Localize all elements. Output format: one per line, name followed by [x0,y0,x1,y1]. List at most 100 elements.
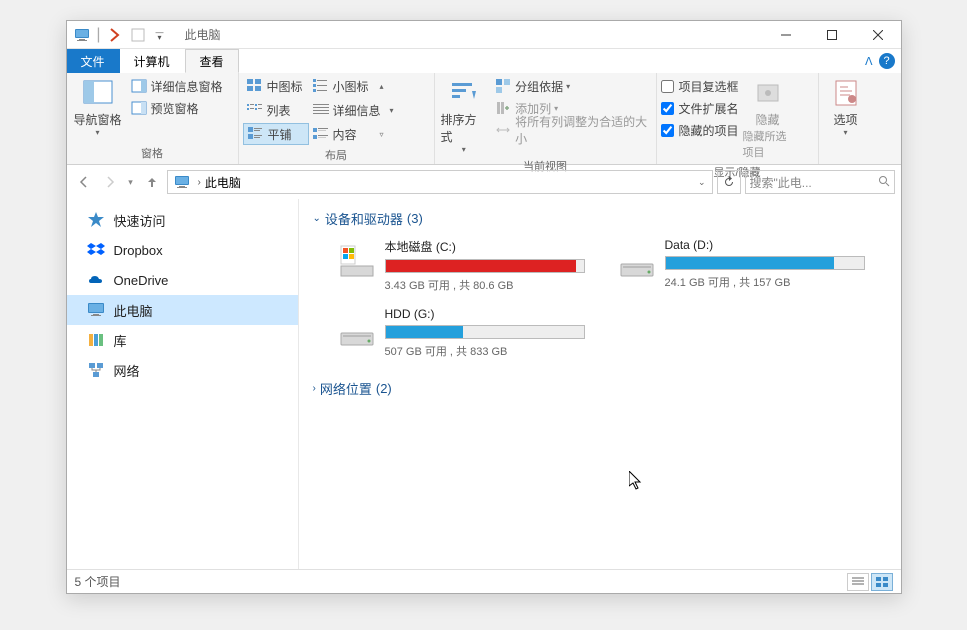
drive-name: 本地磁盘 (C:) [385,238,585,255]
search-placeholder: 搜索"此电... [750,174,812,191]
drive-stat: 24.1 GB 可用 , 共 157 GB [665,274,865,290]
breadcrumb-chevron-icon[interactable]: › [194,177,205,188]
hidden-items-toggle[interactable]: 隐藏的项目 [661,120,739,140]
layout-scroll-down-icon[interactable]: ▾ [390,106,394,115]
expand-icon: › [313,383,316,394]
drive-icon [335,307,379,351]
group-label-layout: 布局 [243,145,430,166]
layout-expand-icon[interactable]: ▿ [379,130,383,139]
qat-dropdown-icon[interactable]: —▾ [152,27,168,43]
content-area: ⌄ 设备和驱动器 (3) 本地磁盘 (C:) 3.43 GB 可用 , 共 80.… [299,199,901,569]
collapse-icon: ⌄ [313,213,321,224]
hide-selected-button[interactable]: 隐藏 隐藏所选项目 [741,75,795,162]
status-item-count: 5 个项目 [75,573,121,590]
drive-item[interactable]: 本地磁盘 (C:) 3.43 GB 可用 , 共 80.6 GB [335,238,585,293]
layout-details[interactable]: 详细信息 [309,99,385,121]
pc-icon [87,301,105,319]
up-button[interactable] [141,171,163,193]
forward-button[interactable] [99,171,121,193]
layout-list[interactable]: 列表 [243,99,309,121]
sort-by-button[interactable]: 排序方式 ▾ [439,75,490,156]
pc-icon [74,27,90,43]
drive-icon [335,238,379,282]
options-icon [830,77,862,109]
details-pane-button[interactable]: 详细信息窗格 [127,75,227,97]
properties-icon[interactable] [108,27,124,43]
layout-content[interactable]: 内容 [309,123,375,145]
medium-icons-icon [247,79,263,93]
group-by-icon [495,78,511,94]
content-icon [313,127,329,141]
view-tiles-switch[interactable] [871,573,893,591]
drive-usage-bar [385,325,585,339]
star-icon [87,211,105,229]
small-icons-icon [313,79,329,93]
nav-pane-icon [82,77,114,109]
navigation-pane: 快速访问 Dropbox OneDrive 此电脑 库 网络 [67,199,299,569]
view-details-switch[interactable] [847,573,869,591]
drive-icon [615,238,659,282]
tab-computer[interactable]: 计算机 [120,49,185,73]
address-bar[interactable]: › 此电脑 ⌄ [167,170,713,194]
nav-dropbox[interactable]: Dropbox [67,235,298,265]
help-icon[interactable]: ? [879,53,895,69]
refresh-button[interactable] [717,170,741,194]
layout-small-icons[interactable]: 小图标 [309,75,375,97]
hide-selected-icon [752,77,784,109]
add-columns-icon [495,100,511,116]
dropbox-icon [87,241,105,259]
sort-icon [448,77,480,109]
drive-item[interactable]: HDD (G:) 507 GB 可用 , 共 833 GB [335,307,585,359]
group-header-network[interactable]: › 网络位置 (2) [313,379,887,398]
nav-this-pc[interactable]: 此电脑 [67,295,298,325]
search-input[interactable]: 搜索"此电... [745,170,895,194]
maximize-button[interactable] [809,21,855,49]
drive-name: HDD (G:) [385,307,585,321]
preview-pane-icon [131,100,147,116]
onedrive-icon [87,271,105,289]
nav-pane-button[interactable]: 导航窗格 ▾ [71,75,125,139]
window-title: 此电脑 [185,26,221,43]
group-by-button[interactable]: 分组依据▾ [491,75,651,97]
details-pane-icon [131,78,147,94]
item-checkboxes-toggle[interactable]: 项目复选框 [661,76,739,96]
details-icon [313,103,329,117]
drive-usage-bar [385,259,585,273]
layout-medium-icons[interactable]: 中图标 [243,75,309,97]
search-icon [878,175,890,190]
layout-tiles[interactable]: 平铺 [243,123,309,145]
nav-onedrive[interactable]: OneDrive [67,265,298,295]
drive-item[interactable]: Data (D:) 24.1 GB 可用 , 共 157 GB [615,238,865,293]
collapse-ribbon-icon[interactable]: ᐱ [865,55,873,68]
tiles-icon [248,127,264,141]
group-header-devices[interactable]: ⌄ 设备和驱动器 (3) [313,209,887,228]
close-button[interactable] [855,21,901,49]
tab-view[interactable]: 查看 [185,49,239,73]
preview-pane-button[interactable]: 预览窗格 [127,97,227,119]
tab-file[interactable]: 文件 [67,49,120,73]
drive-usage-bar [665,256,865,270]
drive-stat: 507 GB 可用 , 共 833 GB [385,343,585,359]
drive-name: Data (D:) [665,238,865,252]
qat-blank-icon[interactable] [130,27,146,43]
breadcrumb-segment[interactable]: 此电脑 [205,174,241,191]
library-icon [87,331,105,349]
qat-separator: | [96,27,102,43]
size-columns-icon [495,122,511,138]
options-button[interactable]: 选项 ▾ [823,75,869,139]
pc-icon [174,174,190,190]
recent-dropdown[interactable]: ▾ [125,171,137,193]
file-extensions-toggle[interactable]: 文件扩展名 [661,98,739,118]
layout-scroll-up-icon[interactable]: ▴ [379,82,383,91]
nav-network[interactable]: 网络 [67,355,298,385]
network-icon [87,361,105,379]
minimize-button[interactable] [763,21,809,49]
drive-stat: 3.43 GB 可用 , 共 80.6 GB [385,277,585,293]
list-icon [247,103,263,117]
nav-quick-access[interactable]: 快速访问 [67,205,298,235]
group-label-panes: 窗格 [71,143,234,164]
back-button[interactable] [73,171,95,193]
size-columns-button[interactable]: 将所有列调整为合适的大小 [491,119,651,141]
nav-libraries[interactable]: 库 [67,325,298,355]
address-dropdown-icon[interactable]: ⌄ [694,177,710,188]
